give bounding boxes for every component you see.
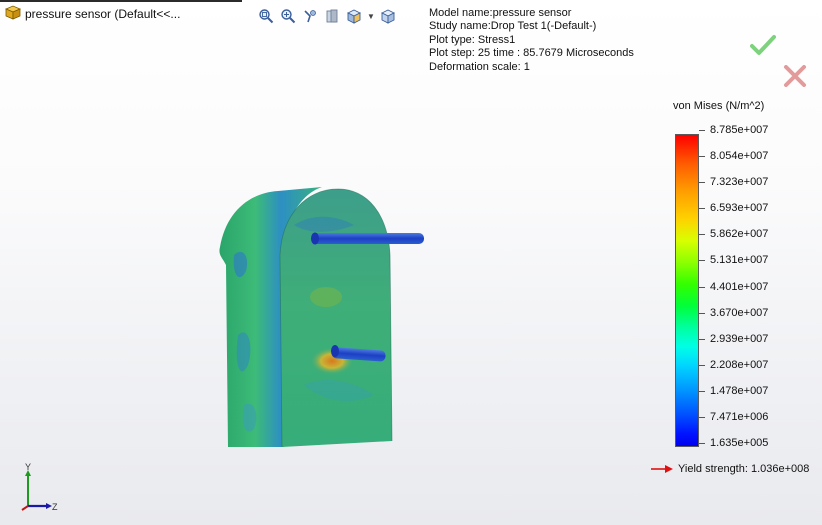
title-divider bbox=[0, 0, 242, 2]
legend-tick-label: 5.862e+007 bbox=[710, 228, 769, 241]
legend-tick-label: 5.131e+007 bbox=[710, 254, 769, 267]
plot-info-panel: Model name:pressure sensor Study name:Dr… bbox=[429, 7, 634, 74]
legend-tick-label: 4.401e+007 bbox=[710, 280, 769, 293]
study-name-text: Study name:Drop Test 1(-Default-) bbox=[429, 20, 597, 33]
legend-tick-label: 1.478e+007 bbox=[710, 384, 769, 397]
arrow-right-icon bbox=[651, 465, 673, 473]
plot-step-text: Plot step: 25 time : 85.7679 Microsecond… bbox=[429, 47, 634, 60]
legend-tick-label: 7.471e+006 bbox=[710, 410, 769, 423]
legend-tick-mark bbox=[699, 234, 705, 236]
z-axis-label: Z bbox=[52, 502, 58, 512]
zoom-to-fit-icon[interactable] bbox=[256, 6, 276, 26]
yield-strength-indicator: Yield strength: 1.036e+008 bbox=[650, 462, 809, 476]
reference-triad: Y Z bbox=[21, 462, 58, 512]
legend-tick-mark bbox=[699, 182, 705, 184]
close-x-icon bbox=[784, 65, 806, 87]
view-orientation-dropdown-icon[interactable]: ▼ bbox=[366, 6, 376, 26]
plot-type-text: Plot type: Stress1 bbox=[429, 33, 516, 46]
legend-tick-mark bbox=[699, 390, 705, 392]
legend-tick-label: 7.323e+007 bbox=[710, 176, 769, 189]
legend-tick-label: 2.939e+007 bbox=[710, 332, 769, 345]
part-icon bbox=[4, 5, 22, 20]
legend-tick-mark bbox=[699, 208, 705, 210]
legend-tick-label: 1.635e+005 bbox=[710, 437, 769, 449]
legend-tick-mark bbox=[699, 364, 705, 366]
model-name-text: Model name:pressure sensor bbox=[429, 7, 572, 19]
stress-color-bar[interactable] bbox=[675, 134, 699, 447]
yield-strength-text: Yield strength: 1.036e+008 bbox=[678, 463, 810, 475]
legend-tick-mark bbox=[699, 156, 705, 158]
legend-tick-mark bbox=[699, 443, 705, 444]
confirm-ok-button[interactable] bbox=[750, 34, 776, 56]
legend-tick-label: 6.593e+007 bbox=[710, 202, 769, 215]
legend-tick-mark bbox=[699, 416, 705, 418]
legend-tick-label: 8.785e+007 bbox=[710, 124, 769, 136]
display-style-icon[interactable] bbox=[378, 6, 398, 26]
legend-tick-label: 3.670e+007 bbox=[710, 306, 769, 319]
document-title[interactable]: pressure sensor (Default<<... bbox=[25, 7, 180, 21]
legend-tick-mark bbox=[699, 338, 705, 340]
previous-view-icon[interactable] bbox=[300, 6, 320, 26]
legend-title: von Mises (N/m^2) bbox=[673, 100, 765, 112]
legend-tick-label: 8.054e+007 bbox=[710, 150, 769, 163]
checkmark-icon bbox=[750, 35, 776, 55]
legend-tick-mark bbox=[699, 286, 705, 288]
legend-tick-label: 2.208e+007 bbox=[710, 358, 769, 371]
view-orientation-icon[interactable] bbox=[344, 6, 364, 26]
zoom-to-area-icon[interactable] bbox=[278, 6, 298, 26]
y-axis-label: Y bbox=[25, 462, 31, 472]
section-view-icon[interactable] bbox=[322, 6, 342, 26]
deformation-scale-text: Deformation scale: 1 bbox=[429, 60, 530, 73]
confirm-cancel-button[interactable] bbox=[783, 65, 807, 87]
heads-up-view-toolbar: ▼ bbox=[256, 6, 398, 26]
legend-tick-mark bbox=[699, 130, 705, 131]
legend-tick-mark bbox=[699, 260, 705, 262]
document-title-bar: pressure sensor (Default<<... bbox=[0, 0, 260, 26]
stress-plot-model[interactable] bbox=[214, 185, 428, 447]
legend-tick-mark bbox=[699, 312, 705, 314]
